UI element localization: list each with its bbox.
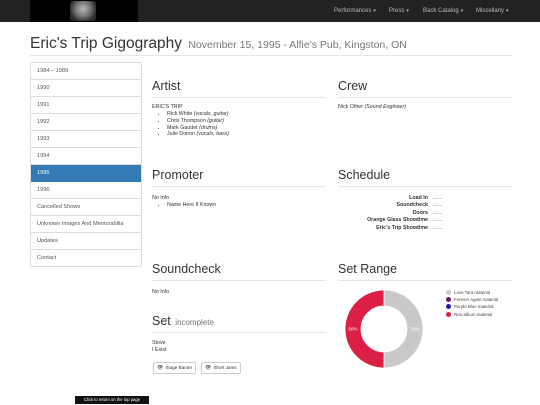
sidebar-item-updates[interactable]: Updates [31, 233, 141, 250]
page-title: Eric's Trip Gigography November 15, 1995… [30, 35, 407, 52]
schedule-row: Soundcheck...:... [396, 202, 443, 209]
nav-miscellany[interactable]: Miscellany ▾ [476, 0, 509, 22]
sidebar-item-1991[interactable]: 1991 [31, 97, 141, 114]
promoter-divider [152, 186, 326, 187]
eye-icon: 👁 [157, 365, 164, 371]
crew-divider [338, 97, 512, 98]
legend-item: Non-album material [446, 311, 518, 317]
set-range-divider [338, 280, 512, 281]
sidebar-item-cancelled-shows[interactable]: Cancelled Shows [31, 199, 141, 216]
set-heading: Set incomplete [152, 314, 214, 328]
set-status: incomplete [175, 318, 214, 327]
schedule-row: Doors...:... [412, 209, 443, 216]
stage-banter-button[interactable]: 👁 Stage Banter [153, 362, 197, 374]
short-jams-button[interactable]: 👁 Short Jams [201, 362, 241, 374]
legend-item: Forever Again material [446, 297, 518, 303]
band-name: ERIC'S TRIP [152, 104, 183, 110]
slice-label: 50% [410, 327, 419, 332]
site-logo[interactable] [30, 0, 138, 22]
set-range-chart: 50% 50% [344, 289, 424, 369]
sidebar-item-1996[interactable]: 1996 [31, 182, 141, 199]
member-item: Rick White (vocals, guitar) [167, 111, 229, 118]
soundcheck-heading: Soundcheck [152, 262, 221, 276]
schedule-heading: Schedule [338, 168, 391, 182]
nav-back-catalog[interactable]: Back Catalog ▾ [423, 0, 463, 22]
sidebar-item-contact[interactable]: Contact [31, 250, 141, 266]
nav-performances[interactable]: Performances ▾ [334, 0, 376, 22]
back-to-top-link[interactable]: Click to return on the top page [75, 396, 149, 404]
sidebar-item-1995[interactable]: 1995 [31, 165, 141, 182]
caret-down-icon: ▾ [406, 8, 409, 14]
caret-down-icon: ▾ [506, 8, 509, 14]
schedule-row: Eric's Trip Showtime...:... [376, 224, 443, 231]
schedule-table: Load In...:... Soundcheck...:... Doors..… [338, 195, 444, 232]
title-divider [30, 55, 512, 56]
logo-image [70, 1, 96, 21]
navbar: Performances ▾ Press ▾ Back Catalog ▾ Misce… [0, 0, 540, 22]
caret-down-icon: ▾ [460, 8, 464, 14]
sidebar-item-1992[interactable]: 1992 [31, 114, 141, 131]
crew-member: Nick Other (Sound Engineer) [338, 104, 407, 110]
sidebar-item-1990[interactable]: 1990 [31, 80, 141, 97]
legend-item: Love Tara material [446, 290, 518, 295]
slice-label: 50% [348, 327, 357, 332]
song-item: I Exist [152, 347, 167, 353]
eye-icon: 👁 [205, 365, 212, 371]
promoter-item: Name Here If Known [167, 202, 216, 209]
legend-swatch [446, 297, 451, 303]
schedule-divider [338, 186, 512, 187]
legend-item: Purple Blue material [446, 304, 518, 310]
caret-down-icon: ▾ [373, 8, 376, 14]
member-item: Julie Doiron (vocals, bass) [167, 131, 229, 138]
member-item: Mark Gaudet (drums) [167, 125, 229, 132]
legend-swatch [446, 290, 451, 295]
sidebar-item-1993[interactable]: 1993 [31, 131, 141, 148]
member-list: Rick White (vocals, guitar) Chris Thomps… [152, 111, 229, 138]
set-range-heading: Set Range [338, 262, 398, 276]
sidebar-item-1994[interactable]: 1994 [31, 148, 141, 165]
set-divider [152, 332, 326, 333]
promoter-heading: Promoter [152, 168, 204, 182]
legend-swatch [446, 304, 451, 310]
artist-heading: Artist [152, 79, 181, 93]
member-item: Chris Thompson (guitar) [167, 118, 229, 125]
promoter-section: No Info Name Here If Known [152, 195, 216, 209]
chart-legend: Love Tara material Forever Again materia… [446, 290, 518, 319]
nav-press[interactable]: Press ▾ [389, 0, 409, 22]
song-item: Stove [152, 340, 166, 346]
sidebar-item-unknown-images[interactable]: Unknown Images And Memorabilia [31, 216, 141, 233]
sidebar-item-1984-1989[interactable]: 1984 – 1989 [31, 63, 141, 80]
sidebar: 1984 – 1989 1990 1991 1992 1993 1994 199… [30, 62, 142, 267]
setlist: Stove I Exist [152, 340, 166, 354]
soundcheck-divider [152, 280, 326, 281]
schedule-row: Orange Glass Showtime...:... [367, 217, 443, 224]
schedule-row: Load In...:... [409, 195, 443, 201]
soundcheck-info: No Info [152, 289, 170, 295]
artist-section: ERIC'S TRIP Rick White (vocals, guitar) … [152, 104, 229, 138]
artist-divider [152, 97, 326, 98]
crew-heading: Crew [338, 79, 368, 93]
promoter-list: Name Here If Known [152, 202, 216, 209]
page-subtitle: November 15, 1995 - Alfie's Pub, Kingsto… [188, 39, 407, 51]
legend-swatch [446, 311, 451, 317]
promoter-info: No Info [152, 195, 170, 201]
